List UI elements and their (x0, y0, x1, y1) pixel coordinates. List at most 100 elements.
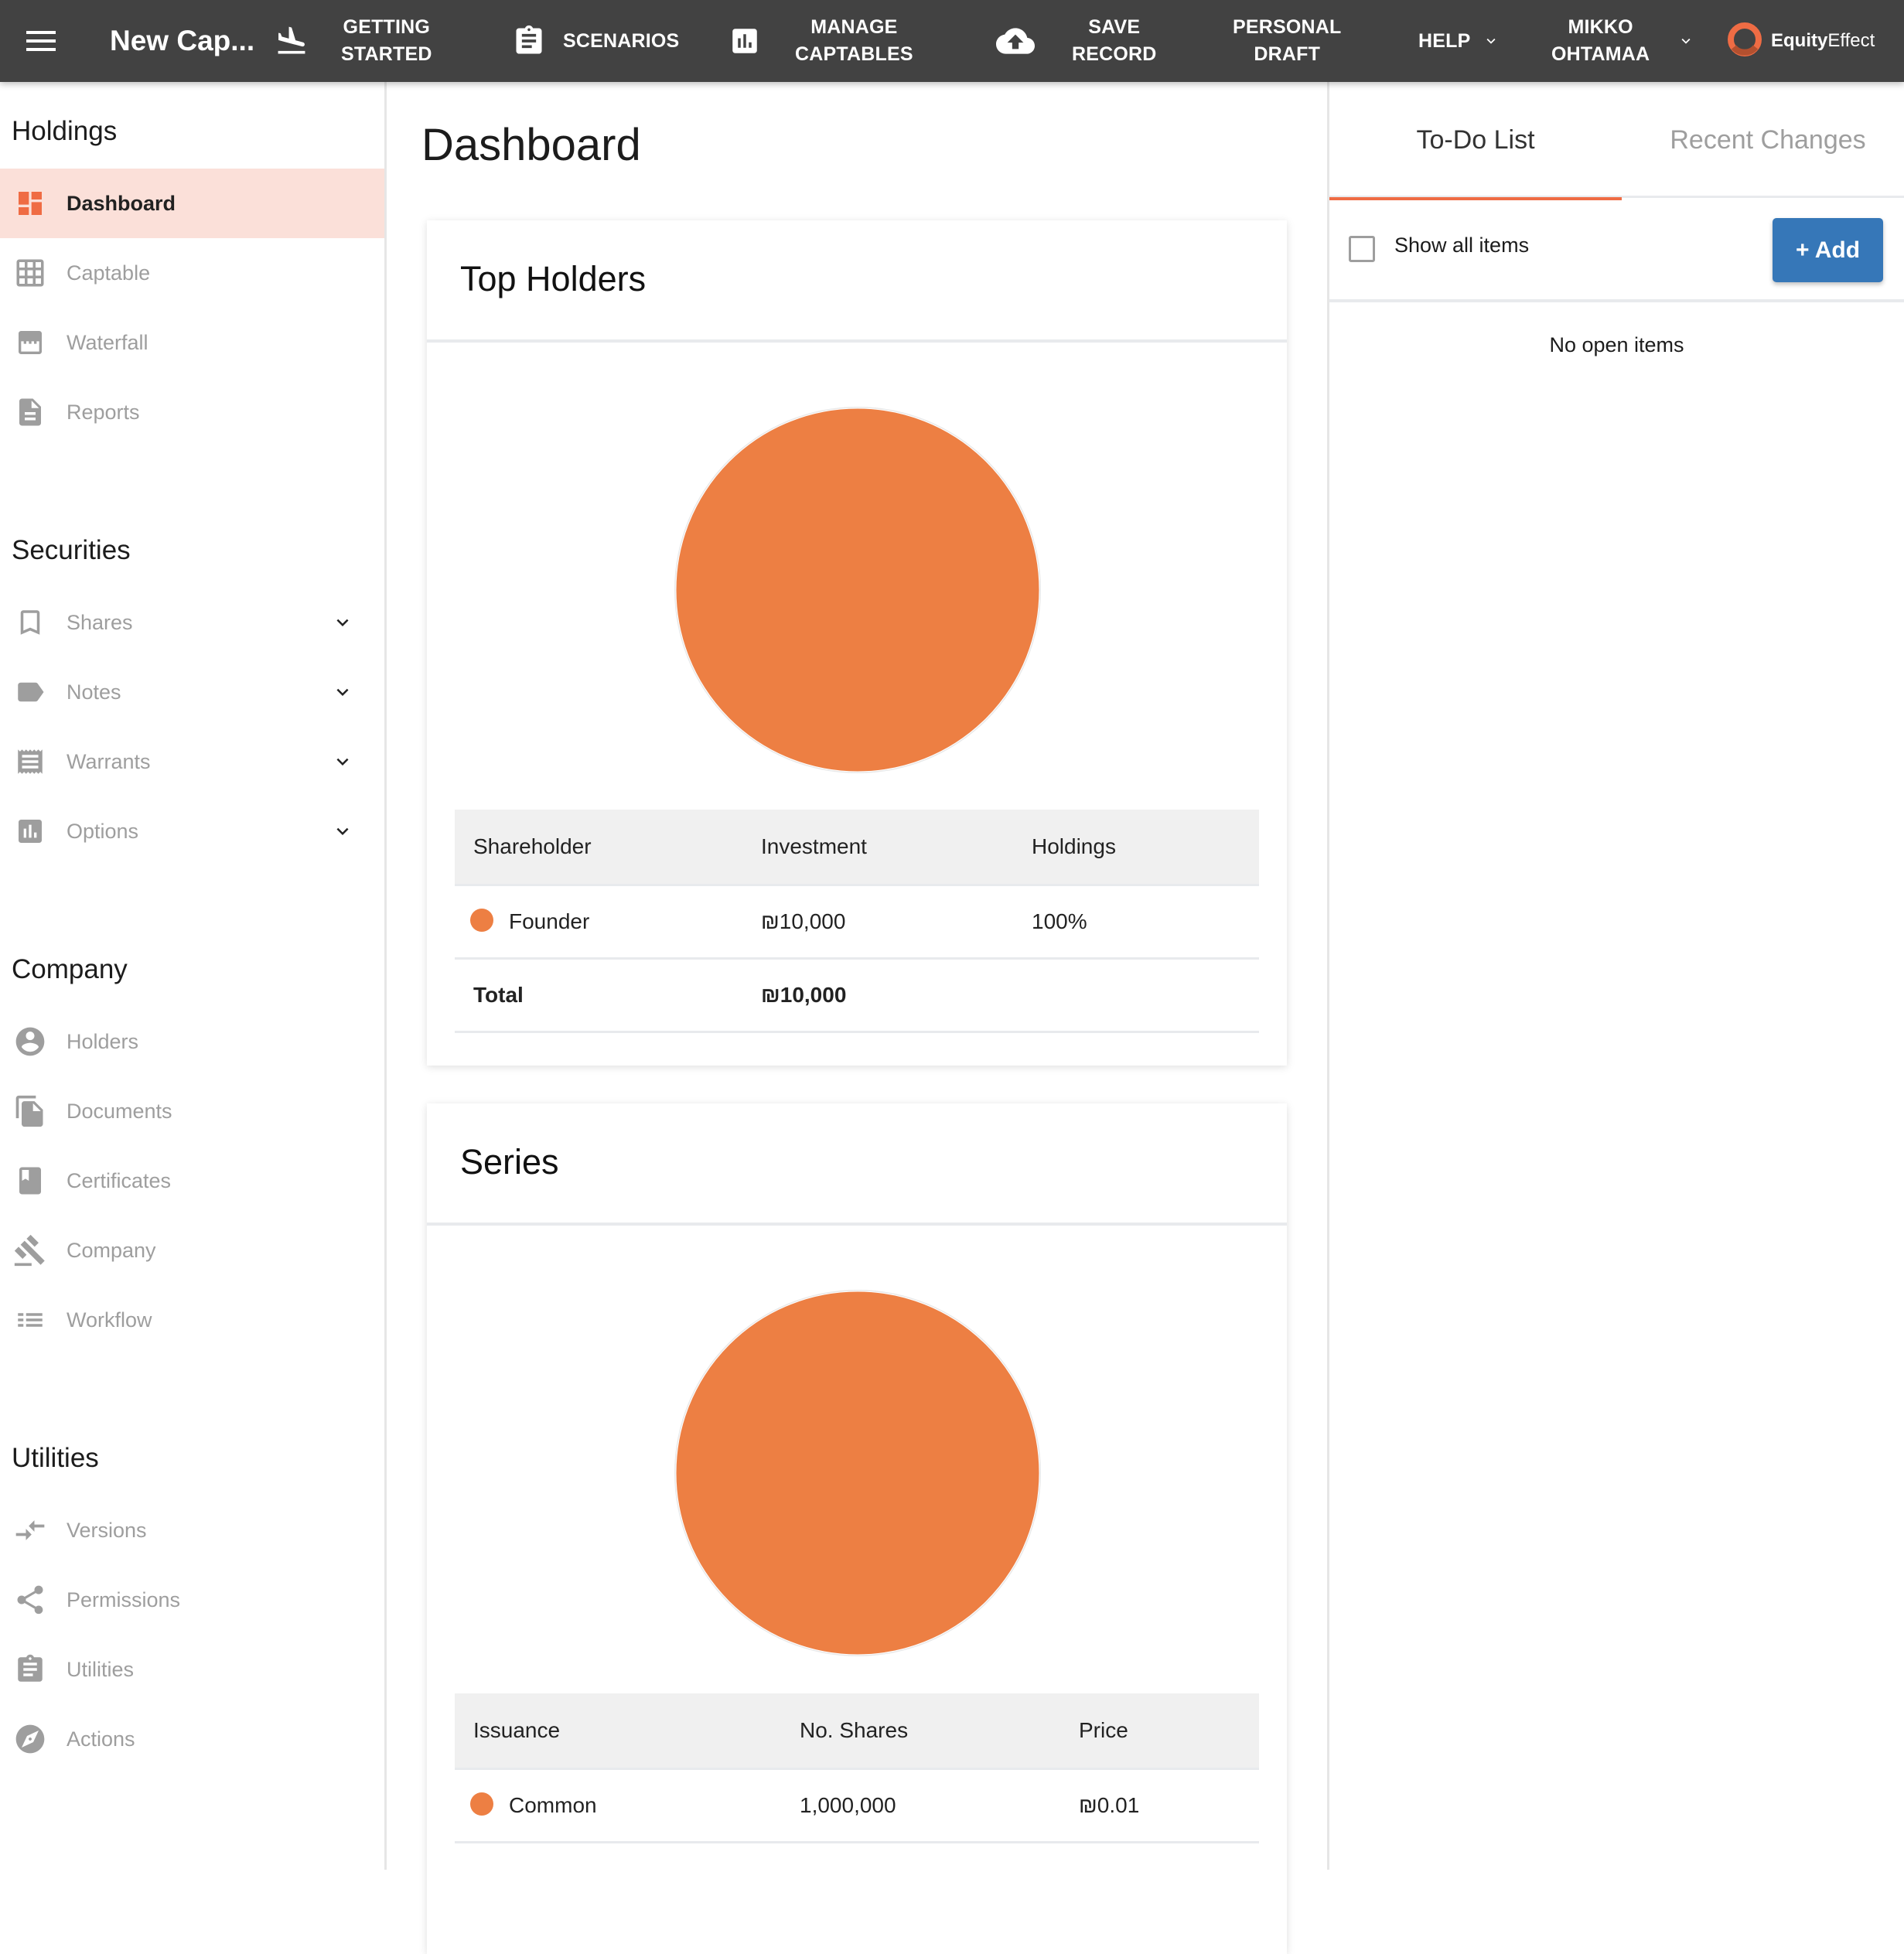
clipboard-icon (512, 24, 546, 58)
add-todo-button[interactable]: + Add (1773, 218, 1883, 282)
table-row[interactable]: Founder ₪10,000 100% (455, 885, 1259, 960)
nav-user-menu[interactable]: MIKKO OHTAMAA (1551, 0, 1694, 82)
top-holders-pie-chart (427, 343, 1287, 806)
bookmark-icon (12, 604, 49, 641)
nav-label: SAVE RECORD (1072, 16, 1157, 65)
nav-save-record[interactable]: SAVE RECORD (996, 0, 1157, 82)
account-circle-icon (12, 1023, 49, 1060)
nav-label: MANAGE CAPTABLES (795, 16, 913, 65)
column-header: Price (1079, 1693, 1259, 1770)
cloud-upload-icon (996, 22, 1035, 60)
tab-recent-changes[interactable]: Recent Changes (1622, 82, 1904, 198)
shares-value: 1,000,000 (800, 1768, 1079, 1843)
nav-scenarios[interactable]: SCENARIOS (512, 0, 679, 82)
sidebar-item-label: Versions (67, 1518, 147, 1542)
price-value: ₪0.01 (1079, 1768, 1259, 1843)
sidebar-item-reports[interactable]: Reports (0, 377, 384, 447)
sidebar-item-label: Documents (67, 1099, 172, 1123)
chevron-down-icon[interactable] (331, 680, 354, 704)
file-copy-icon (12, 1093, 49, 1130)
todo-controls: Show all items + Add (1329, 198, 1904, 302)
nav-label: SCENARIOS (563, 29, 680, 52)
sidebar-item-label: Options (67, 819, 139, 843)
sidebar-item-warrants[interactable]: Warrants (0, 727, 384, 796)
nav-label: HELP (1418, 29, 1471, 52)
sidebar-item-label: Company (67, 1238, 156, 1262)
nav-label: GETTING STARTED (341, 16, 432, 65)
card-title: Top Holders (460, 259, 647, 298)
sidebar-item-label: Actions (67, 1727, 135, 1751)
sidebar-item-holders[interactable]: Holders (0, 1007, 384, 1076)
nav-personal-draft[interactable]: PERSONAL DRAFT (1233, 0, 1342, 82)
dashboard-icon (12, 185, 49, 222)
nav-getting-started[interactable]: GETTING STARTED (275, 0, 432, 82)
logo-text-bold: Equity (1771, 30, 1828, 51)
show-all-items-checkbox[interactable] (1349, 236, 1375, 262)
chevron-down-icon[interactable] (331, 750, 354, 773)
compass-icon (12, 1720, 49, 1758)
sidebar-item-permissions[interactable]: Permissions (0, 1565, 384, 1635)
assignment-icon (12, 1651, 49, 1688)
column-header: Holdings (1032, 810, 1259, 886)
hamburger-menu-icon[interactable] (26, 0, 57, 82)
gavel-icon (12, 1232, 49, 1269)
series-pie-chart (427, 1226, 1287, 1690)
investment-value: ₪10,000 (761, 885, 1032, 960)
top-navigation-bar: New Cap... GETTING STARTED SCENARIOS MAN… (0, 0, 1904, 82)
sidebar-item-dashboard[interactable]: Dashboard (0, 169, 384, 238)
panel-tabs: To-Do List Recent Changes (1329, 82, 1904, 200)
bar-chart-icon (729, 25, 761, 57)
table-header-row: Issuance No. Shares Price (455, 1693, 1259, 1770)
flight-land-icon (275, 24, 309, 58)
nav-label: PERSONAL DRAFT (1233, 16, 1342, 65)
list-icon (12, 1301, 49, 1338)
show-all-items-label[interactable]: Show all items (1394, 234, 1529, 257)
sidebar-item-actions[interactable]: Actions (0, 1704, 384, 1774)
total-label: Total (455, 958, 761, 1033)
section-title-securities: Securities (12, 535, 131, 565)
sidebar-item-documents[interactable]: Documents (0, 1076, 384, 1146)
page-title: Dashboard (421, 120, 641, 170)
section-title-utilities: Utilities (12, 1443, 99, 1473)
total-investment: ₪10,000 (761, 958, 1032, 1033)
sidebar-item-label: Reports (67, 400, 140, 424)
chevron-down-icon (1677, 32, 1694, 49)
label-icon (12, 673, 49, 711)
chevron-down-icon[interactable] (331, 820, 354, 843)
waterfall-icon (12, 324, 49, 361)
logo-text-light: Effect (1827, 30, 1875, 51)
sidebar-item-options[interactable]: Options (0, 796, 384, 866)
sidebar-item-versions[interactable]: Versions (0, 1495, 384, 1565)
sidebar-item-utilities[interactable]: Utilities (0, 1635, 384, 1704)
nav-help[interactable]: HELP (1418, 0, 1500, 82)
nav-manage-captables[interactable]: MANAGE CAPTABLES (729, 0, 913, 82)
holdings-value: 100% (1032, 885, 1259, 960)
sidebar-item-label: Dashboard (67, 191, 176, 215)
pie-slice-common[interactable] (675, 1291, 1040, 1656)
sidebar: Holdings Dashboard Captable Waterfall Re… (0, 82, 387, 1870)
app-title[interactable]: New Cap... (110, 0, 254, 82)
tab-todo-list[interactable]: To-Do List (1329, 82, 1622, 200)
sidebar-item-company[interactable]: Company (0, 1216, 384, 1285)
table-row[interactable]: Common 1,000,000 ₪0.01 (455, 1768, 1259, 1843)
sidebar-item-label: Permissions (67, 1587, 181, 1611)
card-header: Top Holders (427, 220, 1287, 343)
sidebar-item-waterfall[interactable]: Waterfall (0, 308, 384, 377)
top-holders-table: Shareholder Investment Holdings Founder … (455, 810, 1259, 1033)
column-header: Issuance (455, 1693, 800, 1770)
sidebar-item-captable[interactable]: Captable (0, 238, 384, 308)
chevron-down-icon[interactable] (331, 611, 354, 634)
pie-chart-svg (674, 1290, 1041, 1656)
sidebar-item-notes[interactable]: Notes (0, 657, 384, 727)
issuance-name: Common (509, 1793, 597, 1817)
equityeffect-logo[interactable]: EquityEffect (1726, 0, 1875, 82)
sidebar-item-certificates[interactable]: Certificates (0, 1146, 384, 1216)
compare-arrows-icon (12, 1512, 49, 1549)
sidebar-item-shares[interactable]: Shares (0, 588, 384, 657)
pie-slice-founder[interactable] (675, 408, 1040, 772)
share-icon (12, 1581, 49, 1618)
chevron-down-icon (1483, 32, 1500, 49)
sidebar-item-workflow[interactable]: Workflow (0, 1285, 384, 1355)
book-icon (12, 1162, 49, 1199)
tab-label: Recent Changes (1670, 124, 1866, 155)
